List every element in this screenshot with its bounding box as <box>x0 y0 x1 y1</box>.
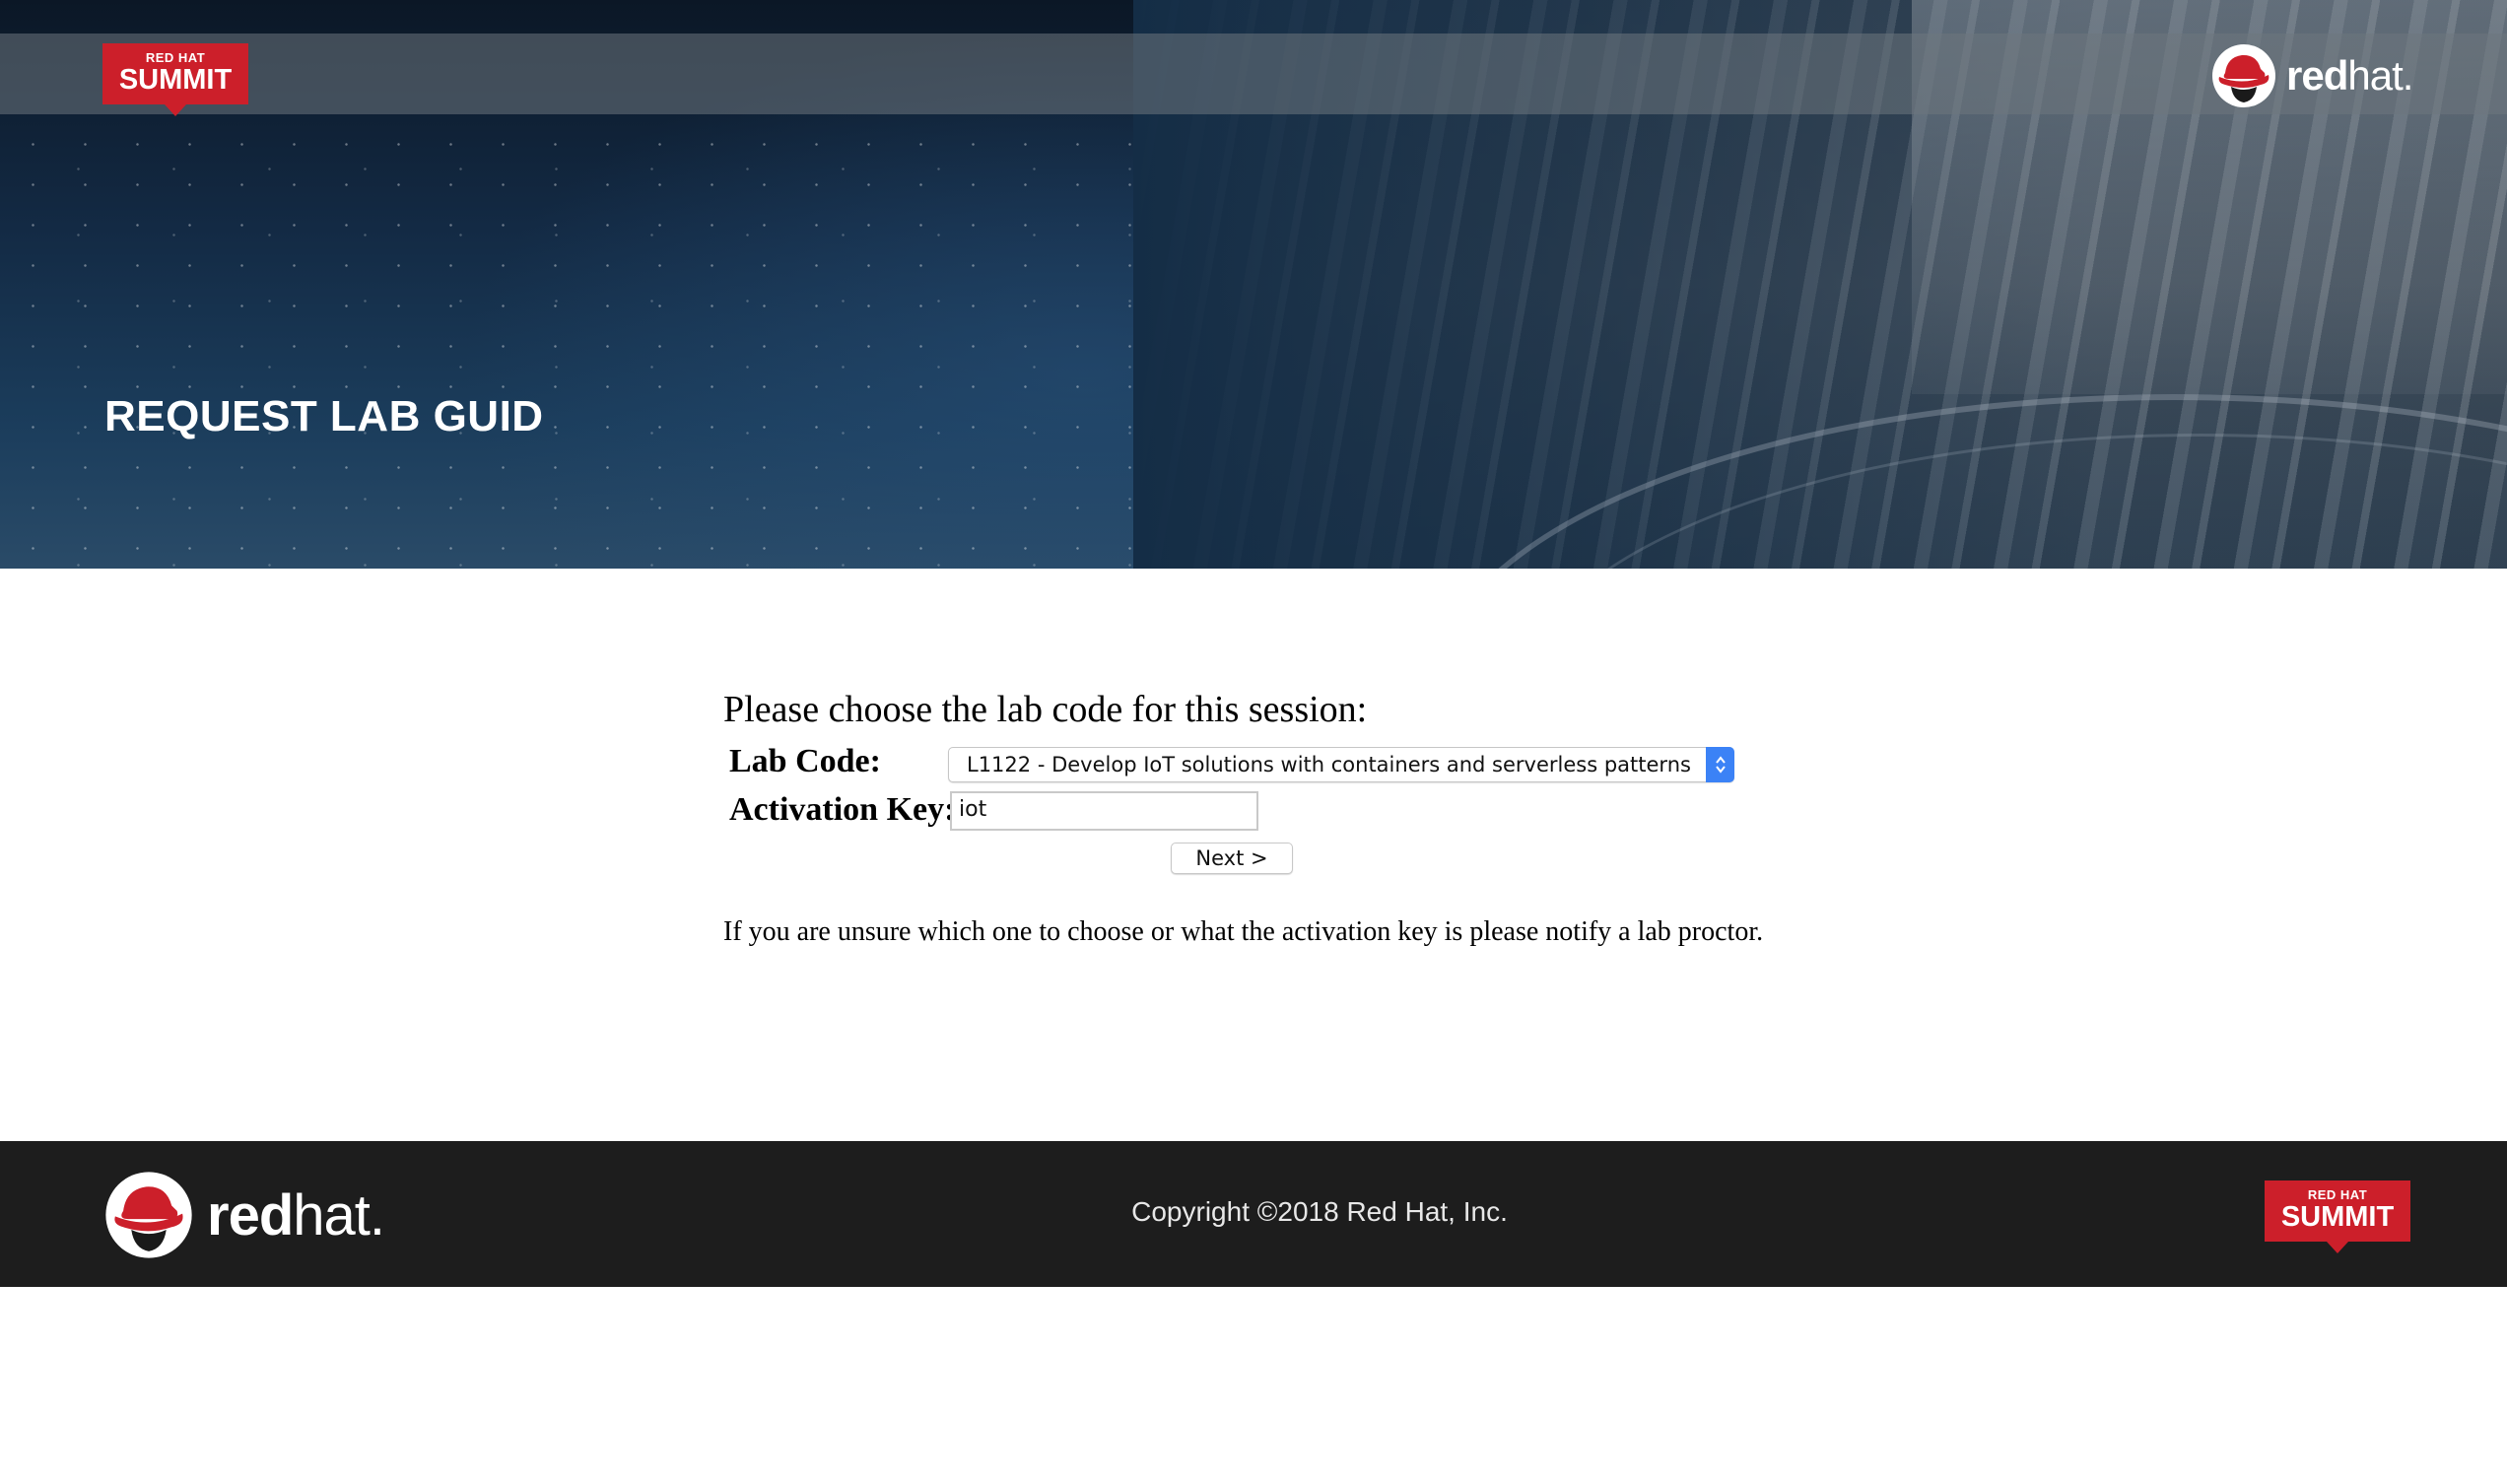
hero-starfield <box>0 113 1281 567</box>
footer: redhat. Copyright ©2018 Red Hat, Inc. RE… <box>0 1141 2507 1287</box>
summit-logo[interactable]: RED HAT SUMMIT <box>102 43 248 116</box>
lab-code-selected-value: L1122 - Develop IoT solutions with conta… <box>967 753 1691 776</box>
hero-banner: RED HAT SUMMIT redhat. REQUEST LAB GUID <box>0 0 2507 569</box>
activation-key-label: Activation Key: <box>729 791 956 828</box>
activation-key-row: Activation Key: <box>729 791 955 829</box>
redhat-logo[interactable]: redhat. <box>2211 43 2413 108</box>
top-bar <box>0 34 2507 114</box>
shadowman-icon <box>2212 44 2275 107</box>
help-note: If you are unsure which one to choose or… <box>723 916 1764 947</box>
page-title: REQUEST LAB GUID <box>104 392 544 440</box>
activation-key-input[interactable]: iot <box>950 791 1258 831</box>
next-button[interactable]: Next > <box>1171 843 1293 874</box>
lab-code-label: Lab Code: <box>729 743 881 779</box>
lab-code-row: Lab Code: <box>729 743 881 780</box>
lab-code-select[interactable]: L1122 - Develop IoT solutions with conta… <box>948 747 1734 782</box>
form-prompt-container: Please choose the lab code for this sess… <box>723 688 1807 731</box>
form-prompt: Please choose the lab code for this sess… <box>723 689 1368 730</box>
footer-summit-logo[interactable]: RED HAT SUMMIT <box>2265 1180 2410 1253</box>
select-arrows-icon[interactable] <box>1706 747 1734 782</box>
copyright-text: Copyright ©2018 Red Hat, Inc. <box>1131 1196 1508 1227</box>
